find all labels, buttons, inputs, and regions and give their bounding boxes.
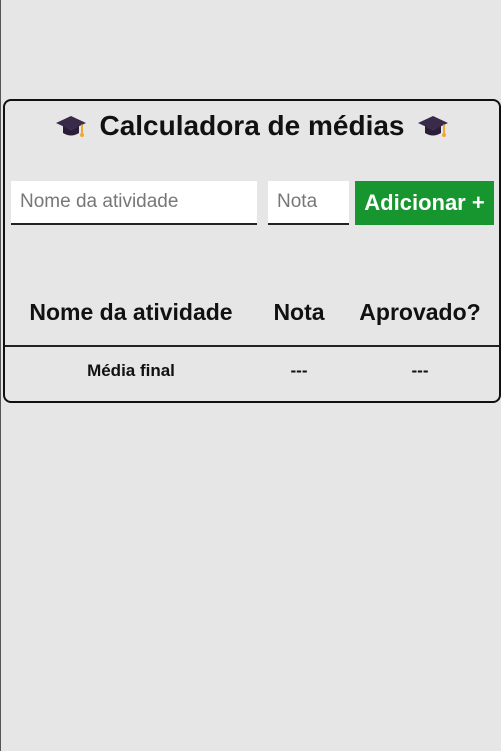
final-average-row: Média final --- --- xyxy=(5,347,499,401)
final-approved-value: --- xyxy=(411,361,429,380)
page-title: Calculadora de médias xyxy=(99,110,405,141)
grades-table: Nome da atividade Nota Aprovado? Média f… xyxy=(5,291,499,401)
column-header-activity: Nome da atividade xyxy=(29,299,233,325)
table-header: Nome da atividade Nota Aprovado? xyxy=(5,291,499,347)
final-average-label: Média final xyxy=(87,361,175,380)
activity-form: Adicionar + xyxy=(11,181,494,227)
final-average-value: --- xyxy=(290,361,308,380)
add-button[interactable]: Adicionar + xyxy=(355,181,494,225)
header: Calculadora de médias xyxy=(5,107,499,145)
calculator-card: Calculadora de médias Adicionar + Nome d… xyxy=(3,99,501,403)
grade-input[interactable] xyxy=(268,181,349,225)
activity-name-input[interactable] xyxy=(11,181,257,225)
column-header-grade: Nota xyxy=(273,299,325,325)
graduation-cap-icon xyxy=(55,110,87,142)
column-header-approved: Aprovado? xyxy=(359,299,481,325)
graduation-cap-icon xyxy=(417,110,449,142)
